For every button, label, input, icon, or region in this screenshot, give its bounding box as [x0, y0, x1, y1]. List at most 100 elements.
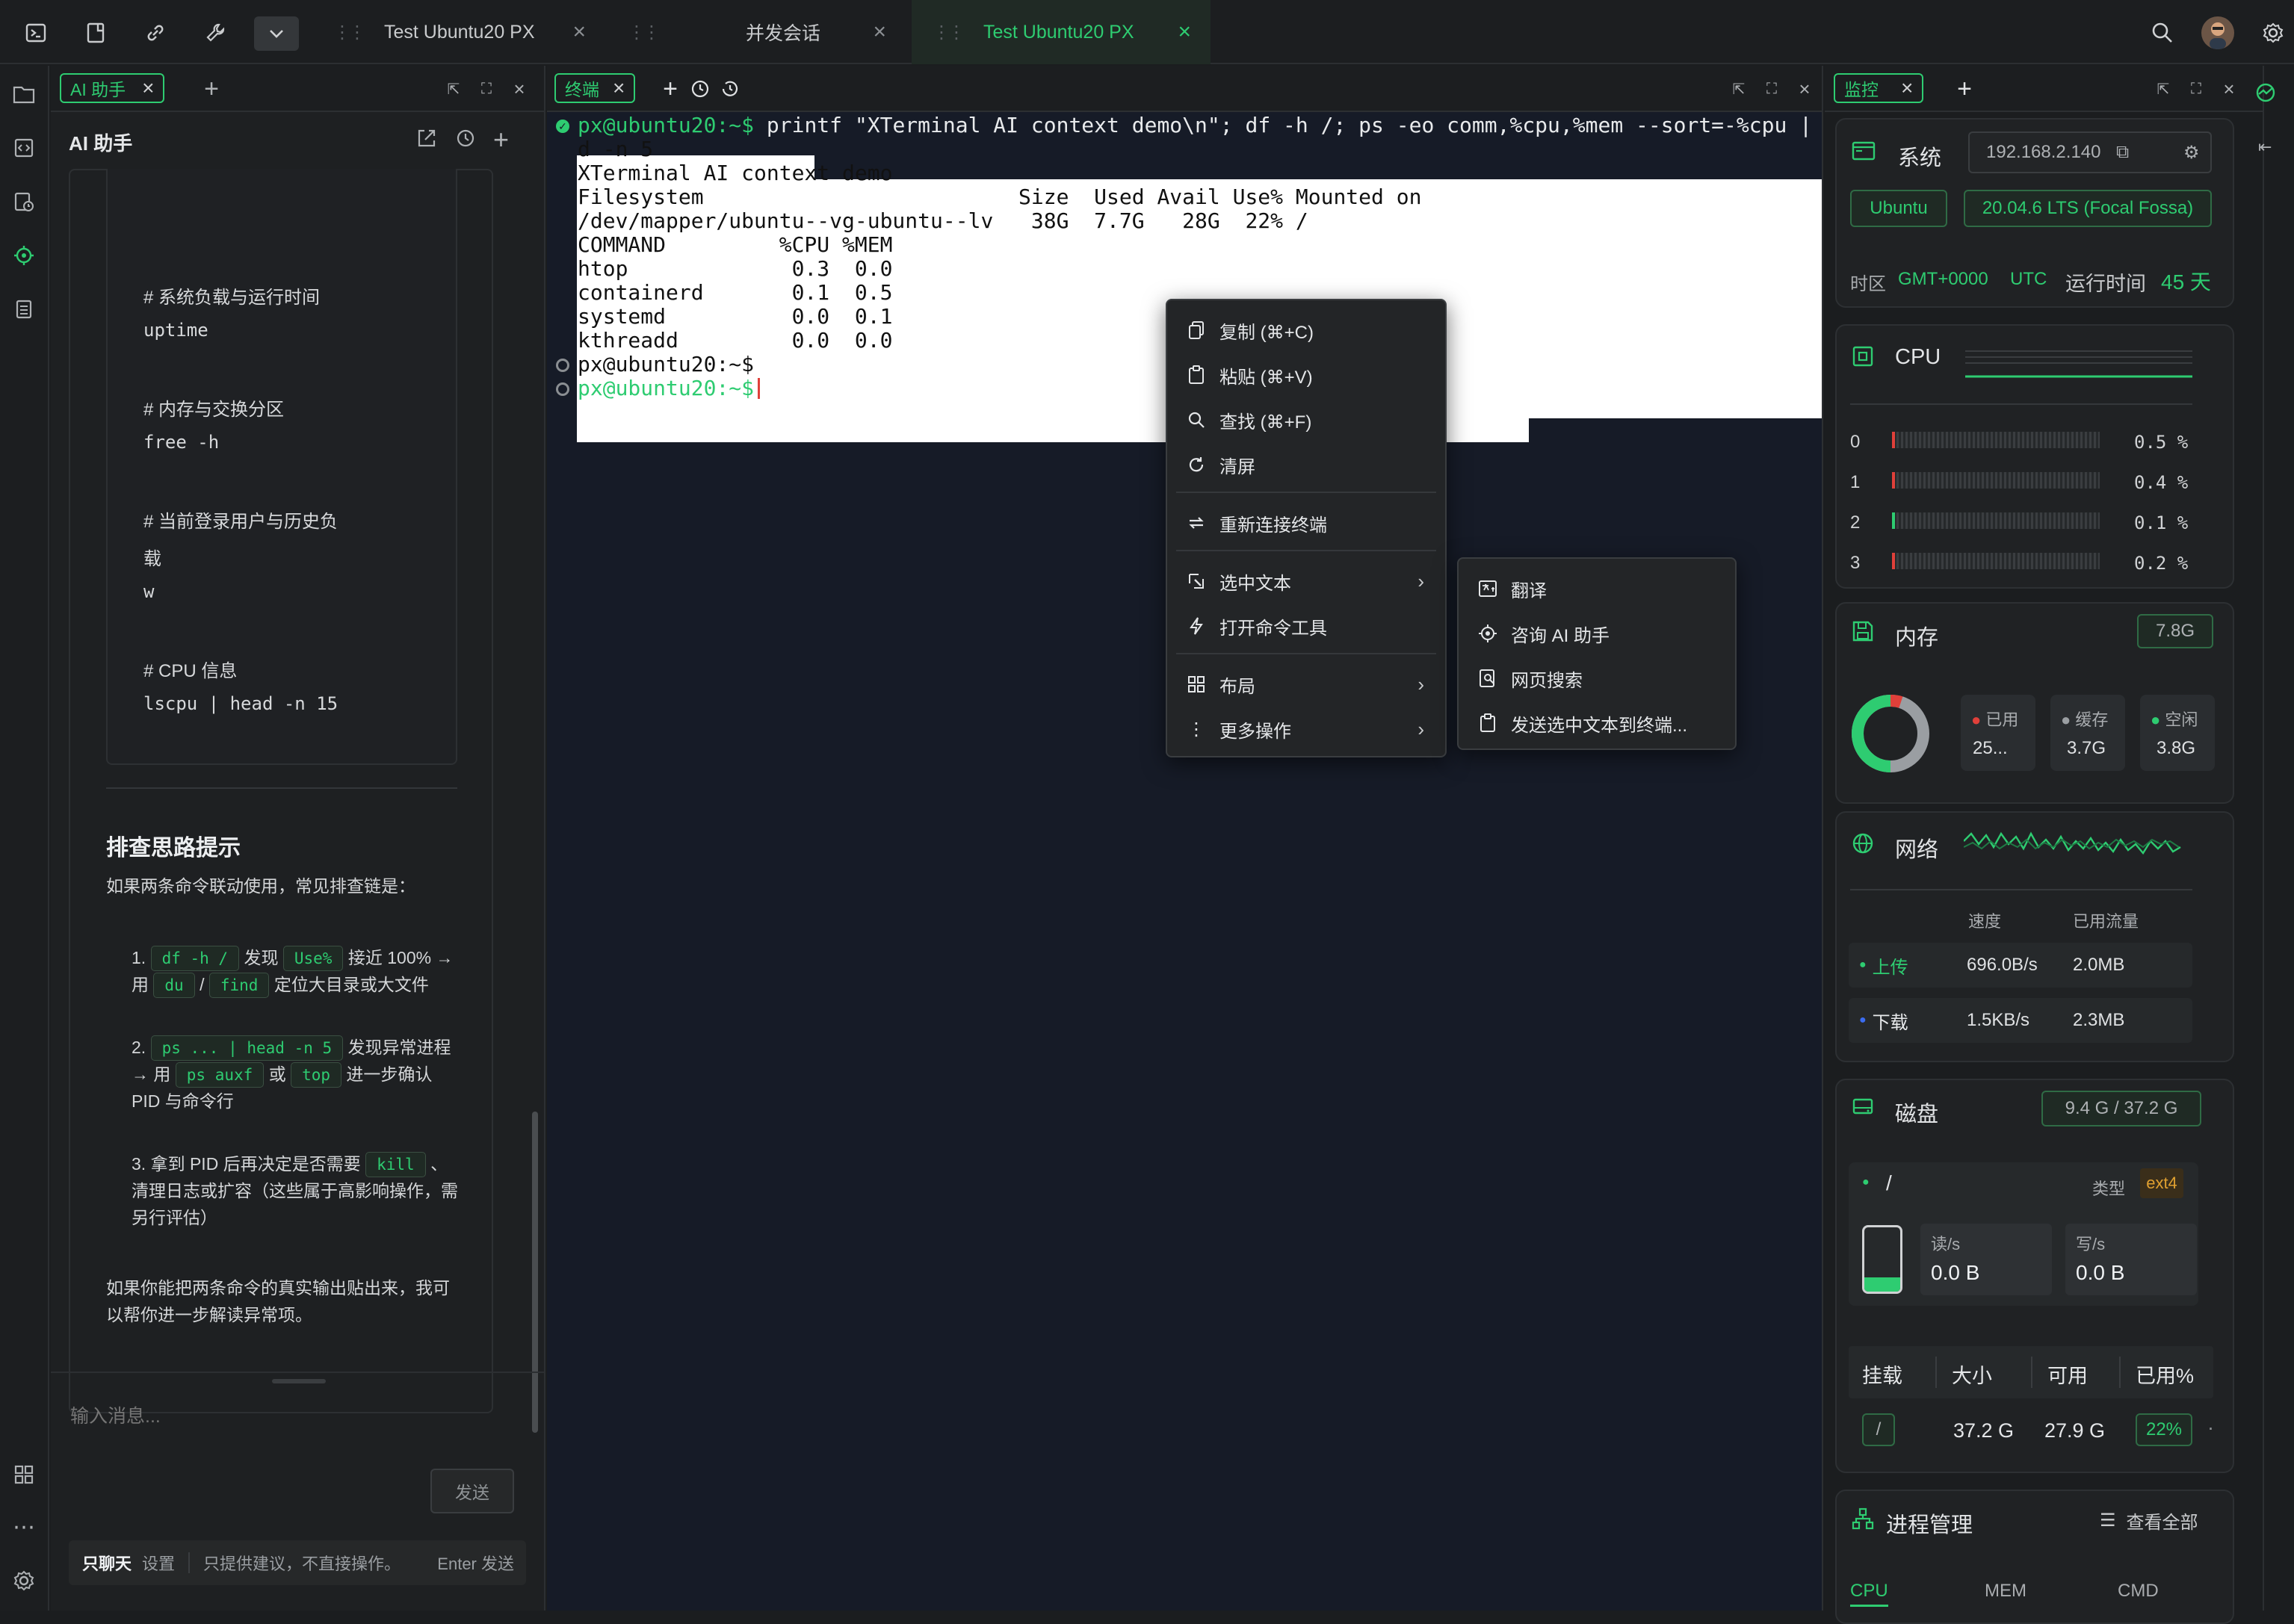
chevron-right-icon: ›: [1417, 672, 1424, 695]
mode-label[interactable]: 只聊天: [82, 1551, 132, 1575]
history-icon[interactable]: [454, 127, 480, 152]
disk-usage-fill: [1864, 1277, 1900, 1292]
menu-item-clear[interactable]: 清屏: [1167, 442, 1445, 487]
menu-item-send-to-terminal[interactable]: 发送选中文本到终端...: [1459, 701, 1735, 746]
tab-mem[interactable]: MEM: [1985, 1581, 2026, 1602]
tab-cpu[interactable]: CPU: [1850, 1581, 1888, 1607]
close-icon[interactable]: ×: [572, 19, 586, 45]
more-icon[interactable]: ⋯: [7, 1510, 40, 1543]
menu-item-reconnect[interactable]: 重新连接终端: [1167, 500, 1445, 545]
terminal-output-line: htop 0.3 0.0: [578, 256, 893, 281]
col-mount: 挂载: [1862, 1365, 1902, 1387]
grid-icon[interactable]: [7, 1458, 40, 1491]
maximize-icon[interactable]: ⛶: [1760, 78, 1783, 100]
close-icon[interactable]: ×: [873, 19, 886, 45]
menu-item-more[interactable]: ⋮ 更多操作 ›: [1167, 707, 1445, 751]
drag-handle-icon[interactable]: ⋮⋮: [933, 22, 965, 43]
add-icon[interactable]: +: [659, 75, 681, 103]
mem-free-box: ● 空闲 3.8G: [2140, 695, 2215, 771]
file-icon[interactable]: [79, 16, 112, 49]
close-icon[interactable]: ×: [142, 78, 154, 99]
history-icon[interactable]: [719, 78, 741, 100]
menu-item-selected-text[interactable]: 选中文本 ›: [1167, 559, 1445, 604]
close-icon[interactable]: ×: [613, 78, 625, 99]
tab-session-1[interactable]: ⋮⋮ Test Ubuntu20 PX ×: [333, 0, 605, 64]
menu-item-web-search[interactable]: 网页搜索: [1459, 656, 1735, 701]
free-label: ● 空闲: [2151, 710, 2198, 729]
menu-item-copy[interactable]: 复制 (⌘+C): [1167, 308, 1445, 353]
search-icon[interactable]: [2146, 16, 2179, 49]
popout-icon[interactable]: ⇱: [1728, 78, 1750, 100]
close-icon[interactable]: ×: [1178, 19, 1191, 45]
tab-session-3-active[interactable]: ⋮⋮ Test Ubuntu20 PX ×: [912, 0, 1211, 64]
add-icon[interactable]: +: [1953, 75, 1976, 103]
menu-item-find[interactable]: 查找 (⌘+F): [1167, 397, 1445, 442]
drag-handle-icon[interactable]: ⋮⋮: [628, 22, 661, 43]
popout-icon[interactable]: ⇱: [2152, 78, 2174, 100]
maximize-icon[interactable]: ⛶: [475, 78, 498, 100]
tab-ai-assistant[interactable]: AI 助手 ×: [60, 73, 165, 103]
speed-header: 速度: [1968, 912, 2002, 931]
external-link-icon[interactable]: [415, 127, 441, 152]
popout-icon[interactable]: ⇱: [442, 78, 465, 100]
copy-icon[interactable]: ⧉: [2116, 142, 2129, 163]
link-icon[interactable]: [139, 16, 172, 49]
menu-item-command-tools[interactable]: 打开命令工具: [1167, 604, 1445, 648]
new-chat-icon[interactable]: +: [493, 124, 509, 155]
send-button[interactable]: 发送: [430, 1469, 514, 1513]
clock-icon[interactable]: [689, 78, 711, 100]
cpu-core-bar: [1892, 512, 2100, 529]
col-size: 大小: [1952, 1365, 1992, 1387]
maximize-icon[interactable]: ⛶: [2185, 78, 2207, 100]
list-item: 3. 拿到 PID 后再决定是否需要 kill 、清理日志或扩容（这些属于高影响…: [132, 1150, 465, 1231]
close-icon[interactable]: ×: [508, 78, 531, 100]
settings-link[interactable]: 设置: [142, 1551, 175, 1575]
settings-gear-icon[interactable]: [7, 1564, 40, 1597]
view-all-button[interactable]: ☰ 查看全部: [2100, 1507, 2198, 1534]
code-comment: # 系统负载与运行时间: [143, 288, 321, 308]
resize-handle[interactable]: [272, 1379, 326, 1383]
code-file-icon[interactable]: [7, 131, 40, 164]
menu-item-translate[interactable]: 翻译: [1459, 566, 1735, 611]
tab-label: Test Ubuntu20 PX: [384, 21, 535, 43]
add-icon[interactable]: +: [200, 75, 223, 103]
gear-icon[interactable]: [2257, 16, 2290, 49]
tab-cmd[interactable]: CMD: [2118, 1581, 2159, 1602]
cpu-core-fill: [1892, 553, 1895, 569]
tab-monitor[interactable]: 监控 ×: [1834, 73, 1924, 103]
tab-session-2[interactable]: ⋮⋮ 并发会话 ×: [628, 0, 900, 64]
row-mount: /: [1862, 1413, 1895, 1446]
ai-assistant-icon[interactable]: [7, 239, 40, 272]
overflow-dot: ·: [2207, 1416, 2214, 1439]
search-icon: [1185, 411, 1208, 429]
gear-icon[interactable]: ⚙: [2183, 142, 2200, 164]
chevron-down-icon[interactable]: [254, 16, 299, 51]
folder-icon[interactable]: [7, 78, 40, 111]
menu-item-paste[interactable]: 粘贴 (⌘+V): [1167, 353, 1445, 397]
close-icon[interactable]: ×: [2218, 78, 2240, 100]
traffic-header: 已用流量: [2073, 912, 2139, 931]
list-icon[interactable]: [7, 293, 40, 326]
avatar[interactable]: [2201, 16, 2234, 49]
divider: [1176, 653, 1436, 654]
copy-icon: [1185, 320, 1208, 340]
collapse-icon[interactable]: ⇤: [2258, 137, 2279, 158]
ip-field[interactable]: 192.168.2.140 ⧉ ⚙: [1968, 131, 2212, 173]
tab-terminal[interactable]: 终端 ×: [554, 73, 636, 103]
history-file-icon[interactable]: [7, 185, 40, 218]
monitor-side-icon[interactable]: [2254, 81, 2281, 108]
web-search-icon: [1477, 669, 1499, 688]
menu-item-layout[interactable]: 布局 ›: [1167, 662, 1445, 707]
terminal-icon[interactable]: [19, 16, 52, 49]
cache-label: ● 缓存: [2061, 710, 2109, 729]
close-icon[interactable]: ×: [1901, 78, 1913, 99]
upload-label: 上传: [1872, 957, 1908, 978]
cpu-core-id: 0: [1850, 432, 1861, 452]
timezone-name: UTC: [2010, 269, 2047, 289]
drag-handle-icon[interactable]: ⋮⋮: [333, 22, 366, 43]
menu-item-ask-ai[interactable]: 咨询 AI 助手: [1459, 611, 1735, 656]
tab-label: 并发会话: [746, 23, 821, 44]
scrollbar[interactable]: [532, 1112, 538, 1433]
wrench-icon[interactable]: [199, 16, 232, 49]
close-icon[interactable]: ×: [1793, 78, 1816, 100]
